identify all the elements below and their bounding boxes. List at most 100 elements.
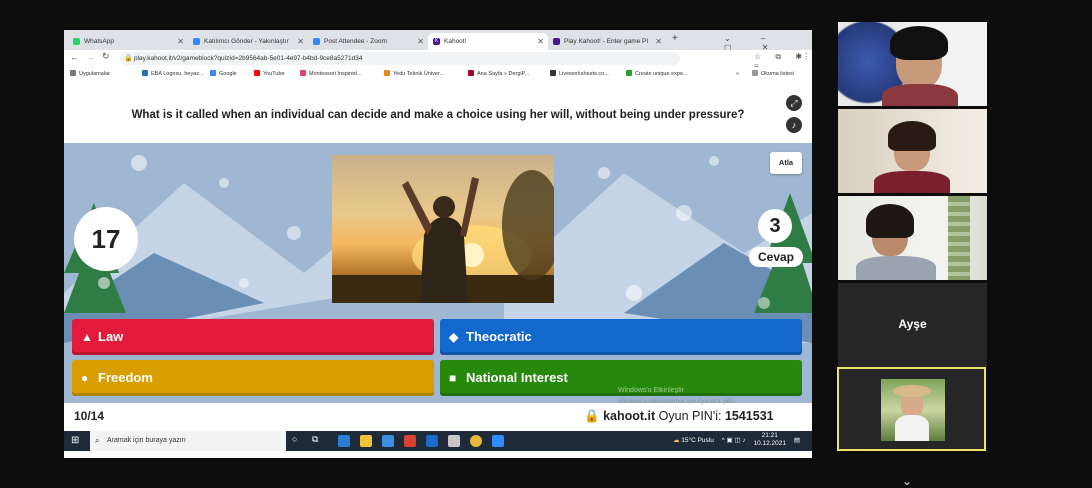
sound-icon[interactable]: ♪	[786, 117, 802, 133]
plant-decoration	[948, 196, 970, 280]
calendar-icon[interactable]	[448, 435, 460, 447]
search-icon: ⌕	[95, 436, 100, 445]
reading-list[interactable]: Okuma listesi	[752, 69, 794, 79]
shared-screen: WhatsApp ✕ Katılımcı Gönder - Yakınlaştı…	[64, 30, 812, 458]
close-icon[interactable]: ✕	[177, 33, 184, 50]
activation-watermark-text: Windows'u etkinleştirmek için Ayarlar'a …	[618, 399, 737, 405]
bookmark-google[interactable]: Google	[210, 69, 237, 79]
kahoot-icon: K	[433, 38, 440, 45]
bookmark-youtube[interactable]: YouTube	[254, 69, 285, 79]
zoom-taskbar-icon[interactable]	[492, 435, 504, 447]
chrome-icon[interactable]	[470, 435, 482, 447]
kahoot-icon	[553, 38, 560, 45]
skip-button[interactable]: Atla	[770, 152, 802, 174]
participant-photo	[881, 379, 945, 441]
tab-label: Kahoot!	[444, 38, 467, 45]
url-text: play.kahoot.it/v2/gameblock?quizId=2b956…	[134, 55, 363, 62]
participant-body	[895, 415, 929, 441]
participant-name: Ayşe	[898, 317, 927, 331]
participant-video-5-active-speaker[interactable]	[837, 367, 986, 451]
game-footer: 10/14 Windows'u etkinleştirmek için Ayar…	[64, 399, 812, 431]
tab-zoom-attendee[interactable]: Post Attendee - Zoom ✕	[308, 33, 428, 50]
question-text: What is it called when an individual can…	[131, 109, 745, 121]
diamond-icon: ◆	[449, 330, 459, 344]
bookmarks-bar: Uygulamalar EBA Logosu, beyaz... Google …	[64, 67, 812, 82]
task-view-icon[interactable]: ⧉	[312, 434, 318, 445]
bookmark-apps[interactable]: Uygulamalar	[70, 69, 110, 79]
edge-icon[interactable]	[338, 435, 350, 447]
bookmarks-more[interactable]: »	[736, 69, 739, 79]
tab-label: Katılımcı Gönder - Yakınlaştır	[204, 38, 289, 45]
question-image	[332, 155, 554, 303]
participant-video-2[interactable]	[838, 109, 987, 193]
answer-label: Law	[98, 329, 124, 344]
bookmark-liveworksheets[interactable]: Liveworksheets.co...	[550, 69, 609, 79]
answer-freedom[interactable]: ● Freedom	[72, 360, 434, 396]
close-icon[interactable]: ✕	[537, 33, 544, 50]
bookmark-eba[interactable]: EBA Logosu, beyaz...	[142, 69, 204, 79]
tab-whatsapp[interactable]: WhatsApp ✕	[68, 33, 188, 50]
taskbar-search-input[interactable]: ⌕ Aramak için buraya yazın	[90, 431, 286, 451]
question-photo	[332, 170, 554, 303]
question-progress: 10/14	[74, 409, 105, 423]
activation-watermark-title: Windows'u Etkinleştir	[618, 387, 684, 394]
close-icon[interactable]: ✕	[417, 33, 424, 50]
menu-icon[interactable]: ⋮	[802, 52, 810, 61]
answer-label: Freedom	[98, 370, 153, 385]
question-header: What is it called when an individual can…	[64, 81, 812, 143]
participant-video-1[interactable]	[838, 22, 987, 106]
fullscreen-icon[interactable]: ⤢	[786, 95, 802, 111]
game-pin: 1541531	[724, 409, 774, 423]
tab-label: Post Attendee - Zoom	[324, 38, 387, 45]
weather-text[interactable]: 15°C Puslu	[681, 437, 714, 444]
office-icon[interactable]	[404, 435, 416, 447]
file-explorer-icon[interactable]	[360, 435, 372, 447]
tab-play-kahoot[interactable]: Play Kahoot! - Enter game PI ✕	[548, 33, 666, 50]
game-pin-line: 🔒 kahoot.it Oyun PIN'i: 1541531	[584, 409, 774, 424]
new-tab-button[interactable]: +	[672, 33, 678, 44]
answer-theocratic[interactable]: ◆ Theocratic	[440, 319, 802, 355]
forward-icon[interactable]: →	[86, 52, 95, 62]
bookmark-create[interactable]: Create unique expe...	[626, 69, 688, 79]
answer-label: National Interest	[466, 370, 568, 385]
clock-date: 10.12.2021	[753, 440, 787, 448]
notification-icon[interactable]: ▤	[794, 437, 800, 444]
answer-law[interactable]: ▲ Law	[72, 319, 434, 355]
mail-icon[interactable]	[426, 435, 438, 447]
clock-time: 21:21	[761, 432, 778, 440]
participant-body	[856, 256, 936, 280]
answer-count-label: Cevap	[749, 247, 803, 267]
lock-icon: 🔒	[124, 55, 133, 62]
bookmark-montessori[interactable]: Montessori Inspired...	[300, 69, 362, 79]
participant-video-3[interactable]	[838, 196, 987, 280]
countdown-timer: 17	[74, 207, 138, 271]
pin-label: Oyun PIN'i:	[658, 409, 722, 423]
tab-kahoot[interactable]: K Kahoot! ✕	[428, 33, 548, 50]
tab-zoom-send[interactable]: Katılımcı Gönder - Yakınlaştır ✕	[188, 33, 308, 50]
weather-icon: ☁	[672, 437, 680, 444]
windows-taskbar: ⊞ ⌕ Aramak için buraya yazın ○ ⧉ ☁ 15°C …	[64, 431, 812, 451]
close-icon[interactable]: ✕	[297, 33, 304, 50]
kahoot-site: kahoot.it	[603, 409, 656, 423]
url-input[interactable]: 🔒 play.kahoot.it/v2/gameblock?quizId=2b9…	[120, 52, 680, 65]
search-placeholder: Aramak için buraya yazın	[107, 437, 186, 444]
chevron-down-icon[interactable]: ⌄	[902, 474, 912, 488]
store-icon[interactable]	[382, 435, 394, 447]
clock[interactable]: 21:21 10.12.2021	[753, 432, 786, 448]
tray-icons[interactable]: ^ ▣ ◫ ♪	[722, 437, 746, 444]
back-icon[interactable]: ←	[70, 52, 79, 62]
reload-icon[interactable]: ↻	[102, 51, 110, 62]
answer-count: 3	[758, 209, 792, 243]
bookmark-yedu[interactable]: Yedu Teknik Üniver...	[384, 69, 444, 79]
tab-label: WhatsApp	[84, 38, 114, 45]
browser-tab-bar: WhatsApp ✕ Katılımcı Gönder - Yakınlaştı…	[64, 30, 812, 52]
participant-hair	[888, 121, 936, 151]
game-area: Atla 17 3 Cevap ▲ Law ◆ Theocratic ● Fre…	[64, 143, 812, 403]
square-icon: ■	[449, 371, 457, 385]
bookmark-dergip[interactable]: Ana Sayfa » DergiP...	[468, 69, 529, 79]
close-icon[interactable]: ✕	[655, 33, 662, 50]
windows-start-icon[interactable]: ⊞	[71, 435, 79, 446]
zoom-icon	[313, 38, 320, 45]
participant-video-4[interactable]: Ayşe	[838, 283, 987, 367]
cortana-icon[interactable]: ○	[292, 434, 297, 444]
